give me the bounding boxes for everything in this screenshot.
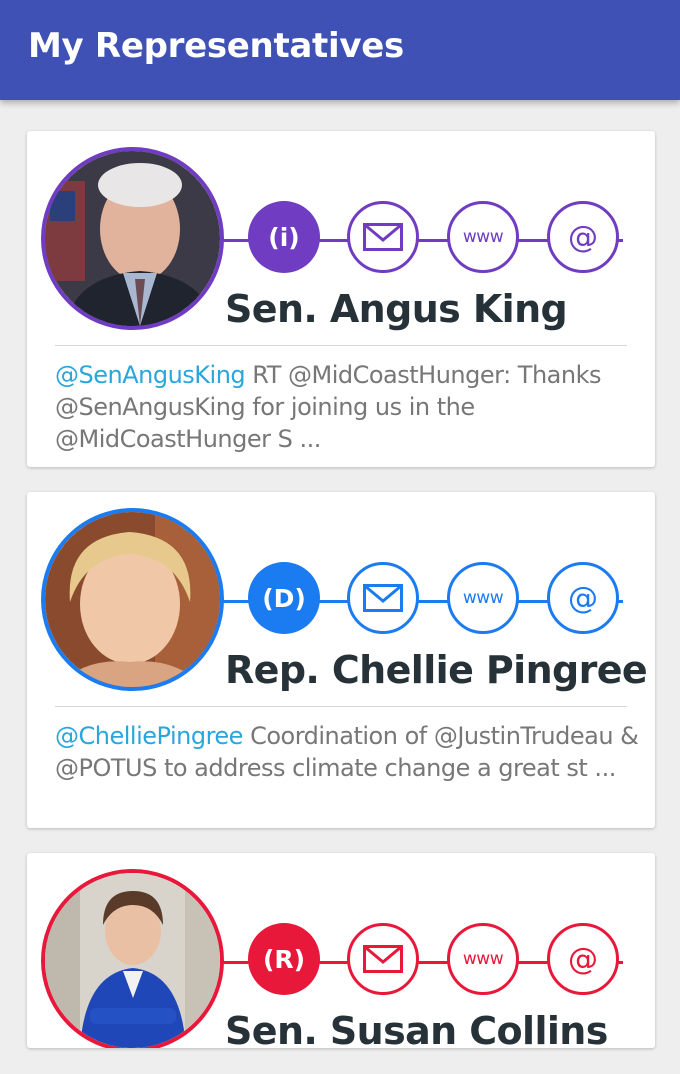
mail-icon [363,945,403,973]
email-button[interactable] [347,923,419,995]
republican-icon: (R) [262,944,306,974]
website-button[interactable]: www [447,201,519,273]
page-title: My Representatives [28,26,404,66]
website-button[interactable]: www [447,562,519,634]
at-icon: @ [568,580,598,616]
mail-icon [363,223,403,251]
rep-name: Rep. Chellie Pingree [225,648,648,692]
tweet-handle[interactable]: @ChelliePingree [55,722,243,750]
tweet-handle[interactable]: @SenAngusKing [55,361,246,389]
website-icon: www [462,949,504,969]
portrait-photo [45,873,220,1048]
email-button[interactable] [347,562,419,634]
website-button[interactable]: www [447,923,519,995]
party-info-button[interactable]: (D) [248,562,320,634]
avatar[interactable] [41,147,224,330]
email-button[interactable] [347,201,419,273]
twitter-button[interactable]: @ [547,562,619,634]
mail-icon [363,584,403,612]
twitter-button[interactable]: @ [547,923,619,995]
rep-name: Sen. Angus King [225,287,568,331]
twitter-button[interactable]: @ [547,201,619,273]
rep-card-angus-king[interactable]: (i) www @ Sen. Angus King @SenAngusKing … [27,131,655,467]
rep-name: Sen. Susan Collins [225,1009,608,1048]
avatar[interactable] [41,869,224,1048]
info-icon: (i) [268,222,300,252]
divider [55,706,627,707]
portrait-photo [45,151,220,326]
avatar[interactable] [41,508,224,691]
rep-card-susan-collins[interactable]: (R) www @ Sen. Susan Collins [27,853,655,1048]
at-icon: @ [568,941,598,977]
at-icon: @ [568,219,598,255]
latest-tweet[interactable]: @SenAngusKing RT @MidCoastHunger: Thanks… [55,359,645,455]
website-icon: www [462,227,504,247]
divider [55,345,627,346]
democrat-icon: (D) [262,583,306,613]
website-icon: www [462,588,504,608]
rep-card-chellie-pingree[interactable]: (D) www @ Rep. Chellie Pingree @ChellieP… [27,492,655,828]
party-info-button[interactable]: (i) [248,201,320,273]
party-info-button[interactable]: (R) [248,923,320,995]
latest-tweet[interactable]: @ChelliePingree Coordination of @JustinT… [55,720,645,784]
app-bar: My Representatives [0,0,680,100]
portrait-photo [45,512,220,687]
